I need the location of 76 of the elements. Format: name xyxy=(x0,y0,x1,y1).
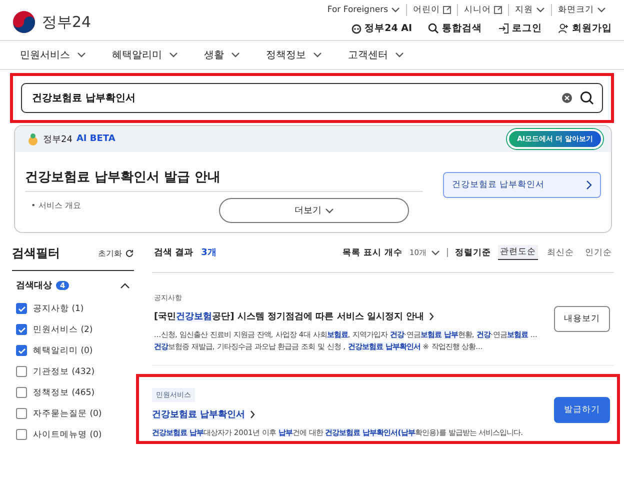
page-size-label: 목록 표시 개수 xyxy=(342,246,402,258)
view-button[interactable]: 내용보기 xyxy=(554,306,610,332)
bullet-text: • 서비스 개요 xyxy=(31,200,81,211)
chevron-down-icon xyxy=(597,7,606,13)
chevron-right-icon xyxy=(429,312,434,321)
result-title-link[interactable]: 건강보험료 납부확인서 xyxy=(152,408,246,421)
filter-option-label: 기관정보 (432) xyxy=(33,366,95,378)
search-icon[interactable] xyxy=(580,91,594,105)
search-icon xyxy=(428,23,439,34)
nav-menu-item[interactable]: 고객센터 xyxy=(348,48,404,62)
issue-button[interactable]: 발급하기 xyxy=(554,397,610,424)
related-service-link[interactable]: 건강보험료 납부확인서 xyxy=(443,172,601,198)
checkbox[interactable] xyxy=(16,366,27,377)
clear-icon[interactable] xyxy=(562,93,572,103)
filter-group-label: 검색대상 xyxy=(16,280,52,292)
header-action-link[interactable]: 회원가입 xyxy=(558,22,612,35)
filter-option-label: 자주묻는질문 (0) xyxy=(33,408,102,420)
utility-link[interactable]: 지원 xyxy=(508,4,551,16)
robot-icon xyxy=(350,23,362,34)
result-title-link[interactable]: [국민건강보험공단] 시스템 정기점검에 따른 서비스 일시정지 안내 xyxy=(154,310,424,323)
nav-menu-item[interactable]: 민원서비스 xyxy=(20,48,86,62)
chevron-right-icon xyxy=(586,180,592,190)
filter-option-label: 사이트메뉴명 (0) xyxy=(33,428,102,440)
checkbox[interactable] xyxy=(16,345,27,356)
results-count: 3개 xyxy=(201,247,216,259)
sort-option[interactable]: 최신순 xyxy=(545,246,576,260)
nav-menu-item[interactable]: 생활 xyxy=(204,48,240,62)
sort-label: 정렬기준 xyxy=(455,246,491,258)
sort-option[interactable]: 관련도순 xyxy=(498,245,538,260)
ai-beta-label: AI BETA xyxy=(76,134,116,144)
checkbox[interactable] xyxy=(16,303,27,314)
external-link-icon xyxy=(494,6,502,14)
search-field[interactable]: 건강보험료 납부확인서 xyxy=(21,83,603,113)
checkbox[interactable] xyxy=(16,387,27,398)
reset-button[interactable]: 초기화 xyxy=(98,248,134,259)
checkbox[interactable] xyxy=(16,429,27,440)
header-action-link[interactable]: 정부24 AI xyxy=(350,22,412,35)
utility-link[interactable]: 어린이 xyxy=(406,4,457,16)
nav-menu-item[interactable]: 정책정보 xyxy=(266,48,322,62)
utility-link[interactable]: 화면크기 xyxy=(551,4,612,16)
filter-option-label: 혜택알리미 (0) xyxy=(33,344,93,356)
utility-link[interactable]: 시니어 xyxy=(457,4,508,16)
search-input[interactable]: 건강보험료 납부확인서 xyxy=(30,92,554,104)
login-icon xyxy=(498,23,509,34)
utility-link[interactable]: For Foreigners xyxy=(321,4,406,16)
checkbox[interactable] xyxy=(16,408,27,419)
chevron-up-icon[interactable] xyxy=(120,282,130,288)
logo-emblem-icon xyxy=(12,10,36,34)
expand-button[interactable]: 더보기 xyxy=(219,198,409,223)
header-action-link[interactable]: 로그인 xyxy=(498,22,542,35)
filter-option-label: 민원서비스 (2) xyxy=(33,324,93,336)
chevron-down-icon xyxy=(391,7,400,13)
filter-option-label: 정책정보 (465) xyxy=(33,386,95,398)
filter-title: 검색필터 xyxy=(12,245,60,262)
results-label: 검색 결과 xyxy=(154,247,194,259)
chevron-down-icon xyxy=(169,52,178,58)
chevron-down-icon xyxy=(536,7,545,13)
checkbox[interactable] xyxy=(16,324,27,335)
filter-option-label: 공지사항 (1) xyxy=(33,302,84,314)
sort-option[interactable]: 인기순 xyxy=(583,246,614,260)
logo-text[interactable]: 정부24 xyxy=(42,12,92,32)
chevron-down-icon xyxy=(431,250,440,256)
chevron-right-icon xyxy=(250,410,256,419)
external-link-icon xyxy=(443,6,451,14)
mascot-icon xyxy=(27,132,39,146)
header-action-link[interactable]: 통합검색 xyxy=(428,22,482,35)
chevron-down-icon xyxy=(395,52,404,58)
chevron-down-icon xyxy=(313,52,322,58)
nav-menu-item[interactable]: 혜택알리미 xyxy=(112,48,178,62)
refresh-icon xyxy=(125,249,134,258)
ai-brand-text: 정부24 xyxy=(43,134,72,146)
chevron-down-icon xyxy=(77,52,86,58)
user-add-icon xyxy=(558,23,569,34)
ai-summary-title: 건강보험료 납부확인서 발급 안내 xyxy=(25,162,423,192)
chevron-down-icon xyxy=(324,208,334,214)
chevron-down-icon xyxy=(231,52,240,58)
